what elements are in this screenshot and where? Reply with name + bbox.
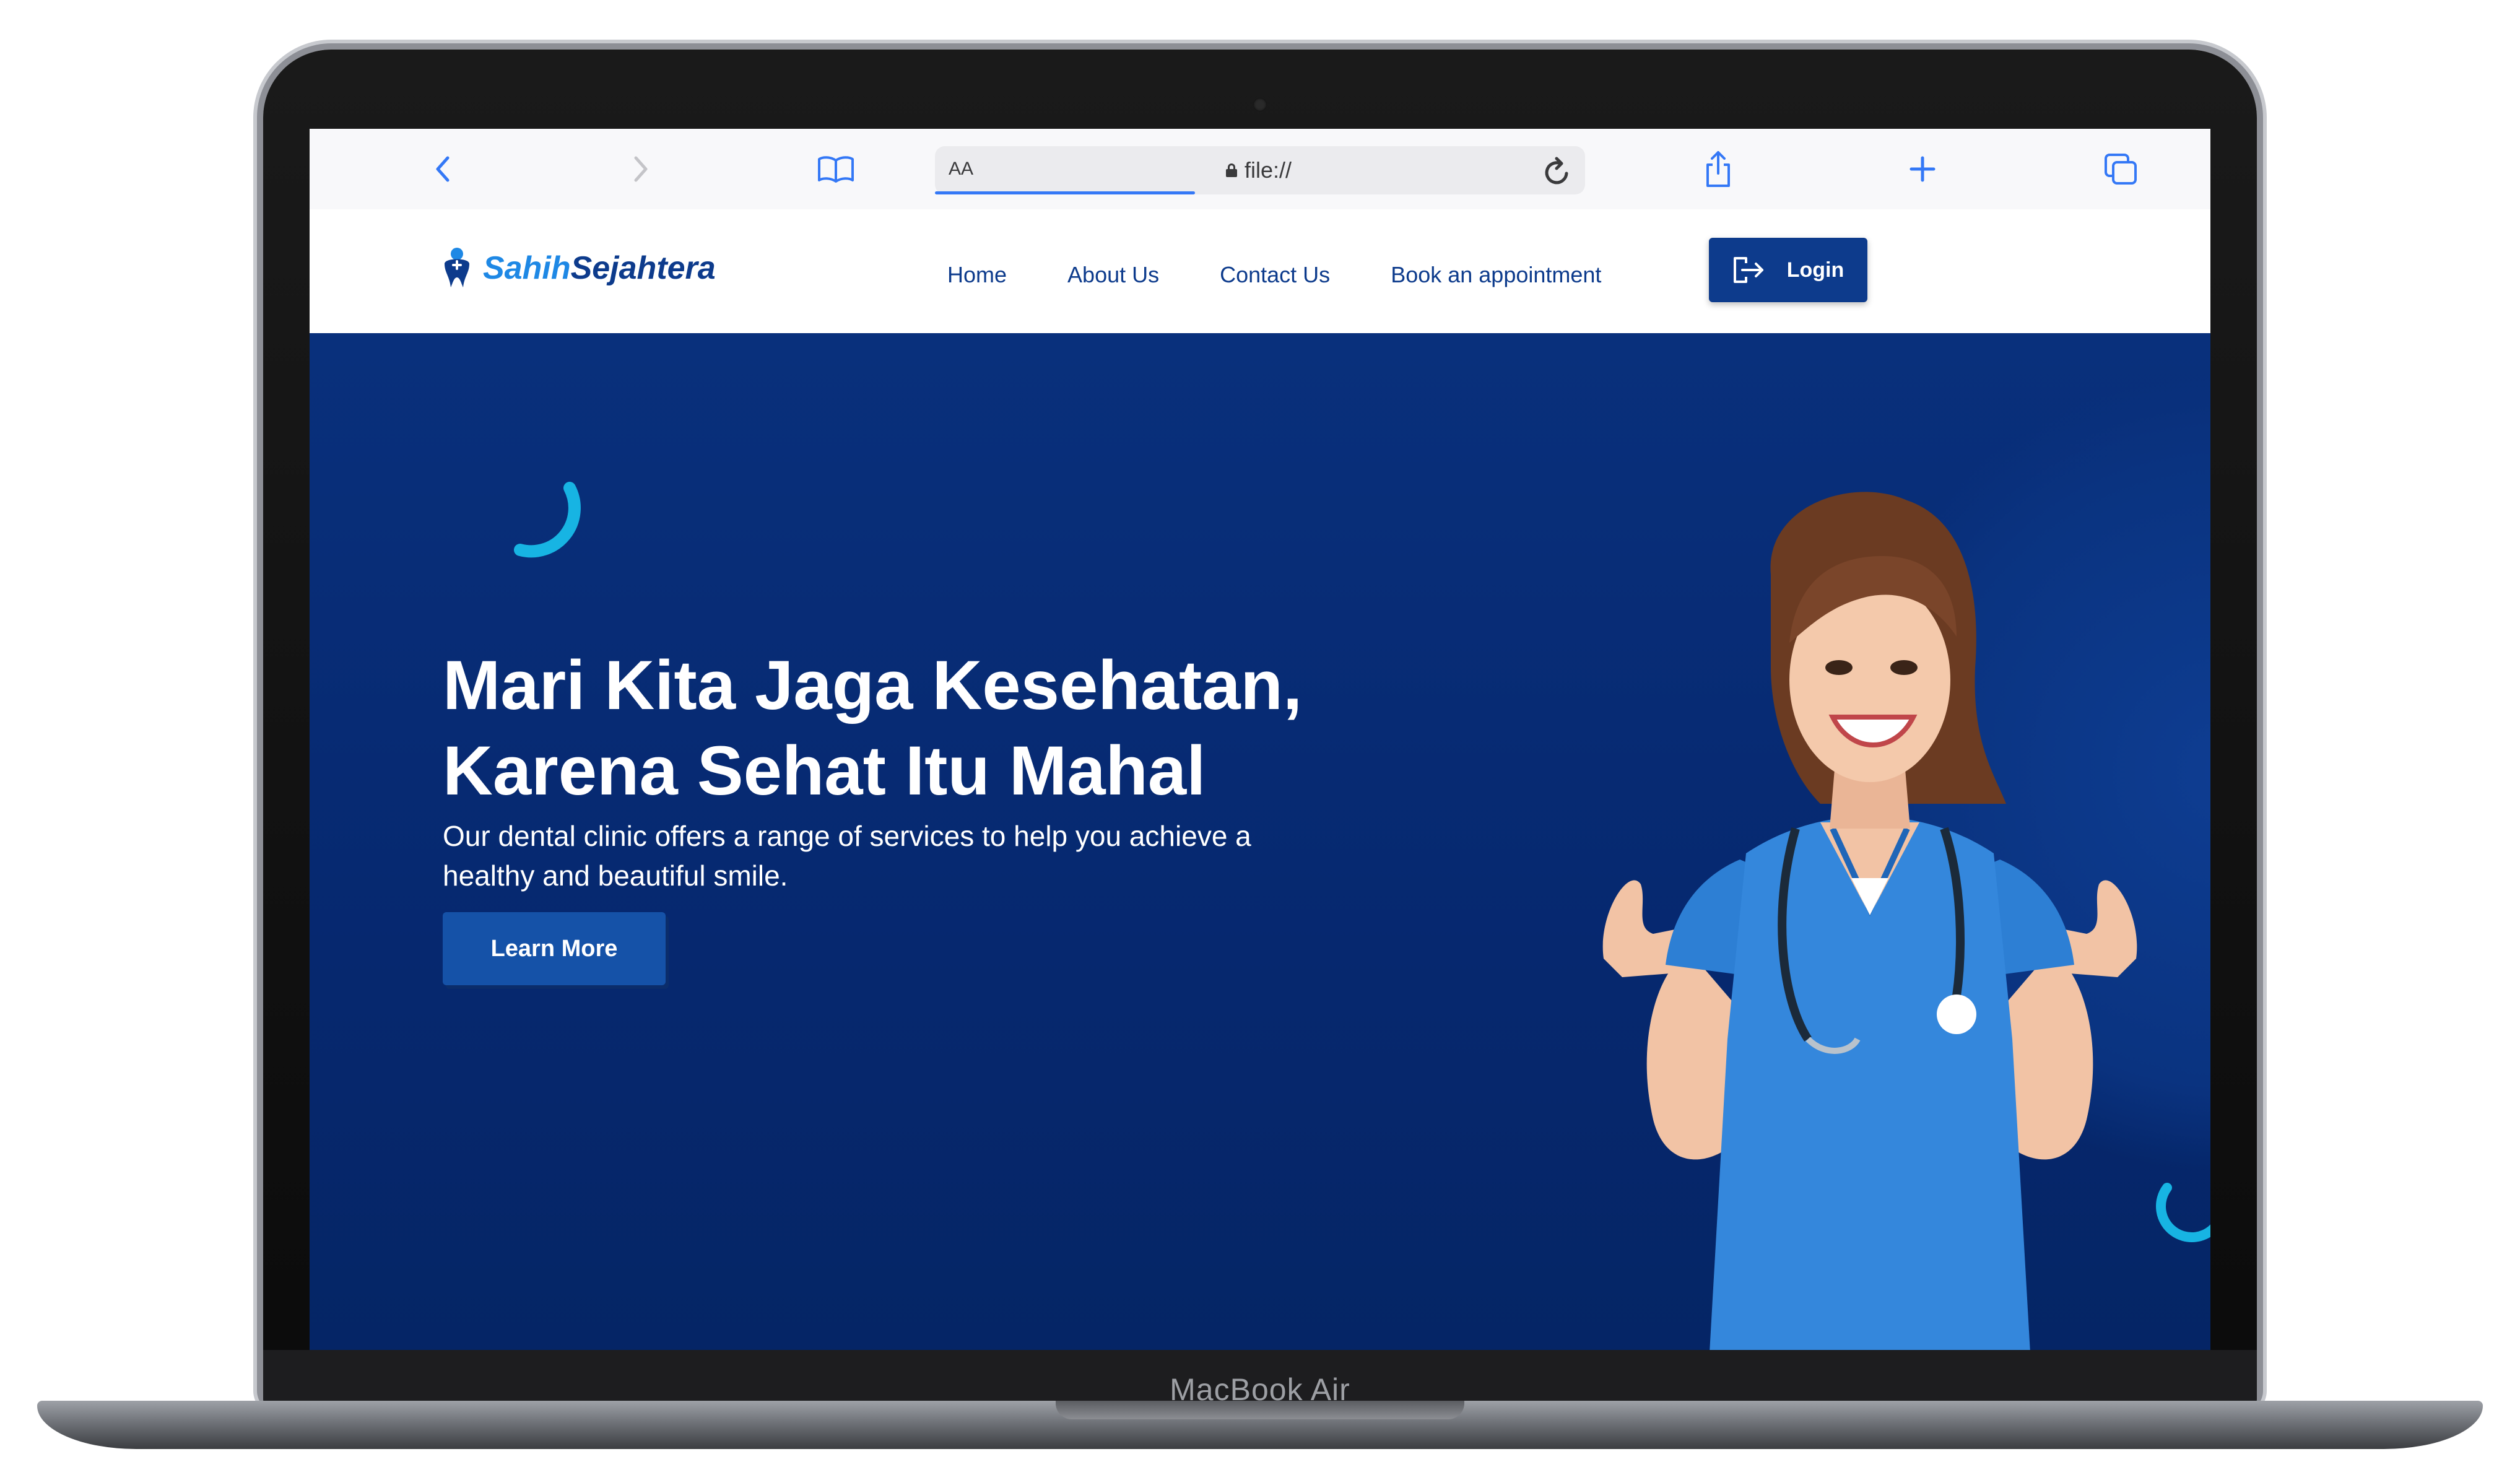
plus-icon: [1910, 156, 1936, 182]
hero-section: Mari Kita Jaga Kesehatan, Karena Sehat I…: [310, 333, 2210, 1364]
loading-arc-icon: [514, 482, 581, 558]
login-button[interactable]: Login: [1709, 238, 1867, 302]
back-button[interactable]: [415, 147, 471, 191]
site-logo[interactable]: SahihSejahtera: [440, 246, 716, 290]
laptop-chin: MacBook Air: [263, 1350, 2257, 1407]
laptop-notch: [1056, 1401, 1464, 1419]
new-tab-button[interactable]: [1895, 147, 1950, 191]
address-bar[interactable]: AA file://: [935, 146, 1585, 194]
nav-book-appointment[interactable]: Book an appointment: [1391, 262, 1601, 288]
nav-about-us[interactable]: About Us: [1067, 262, 1159, 288]
main-nav: Home About Us Contact Us Book an appoint…: [947, 262, 1601, 288]
book-icon: [818, 156, 854, 183]
nav-home[interactable]: Home: [947, 262, 1007, 288]
bookmarks-button[interactable]: [808, 147, 864, 191]
hero-subtitle: Our dental clinic offers a range of serv…: [443, 820, 1251, 892]
login-icon: [1733, 257, 1763, 283]
share-icon: [1706, 151, 1730, 187]
page-load-progress: [935, 191, 1195, 194]
hero-title: Mari Kita Jaga Kesehatan, Karena Sehat I…: [443, 646, 1303, 809]
learn-more-button[interactable]: Learn More: [443, 912, 666, 985]
forward-button[interactable]: [613, 147, 669, 191]
url-text: file://: [1245, 157, 1292, 183]
tooth-logo-icon: [445, 248, 469, 287]
site-header: SahihSejahtera Home About Us Contact Us …: [310, 209, 2210, 333]
tabs-overview-button[interactable]: [2093, 147, 2149, 191]
laptop-lid: AA file:// SahihSejahtera Home About Us …: [263, 50, 2257, 1406]
login-label: Login: [1786, 258, 1844, 282]
browser-toolbar: AA file://: [310, 129, 2210, 211]
learn-more-label: Learn More: [490, 935, 618, 962]
webcam: [1253, 98, 1267, 111]
lock-icon: [1226, 163, 1237, 177]
text-size-button[interactable]: AA: [949, 159, 973, 180]
share-button[interactable]: [1690, 147, 1746, 191]
chevron-right-icon: [634, 156, 648, 182]
chevron-left-icon: [436, 156, 450, 182]
loading-arc-small-icon: [2156, 1183, 2210, 1242]
url-display: file://: [1226, 157, 1292, 183]
logo-text: SahihSejahtera: [483, 250, 716, 286]
tabs-icon: [2105, 154, 2137, 185]
laptop-screen: AA file:// SahihSejahtera Home About Us …: [310, 129, 2210, 1364]
nav-contact-us[interactable]: Contact Us: [1220, 262, 1330, 288]
reload-icon[interactable]: [1542, 155, 1571, 187]
nurse-illustration: [1602, 492, 2137, 1364]
